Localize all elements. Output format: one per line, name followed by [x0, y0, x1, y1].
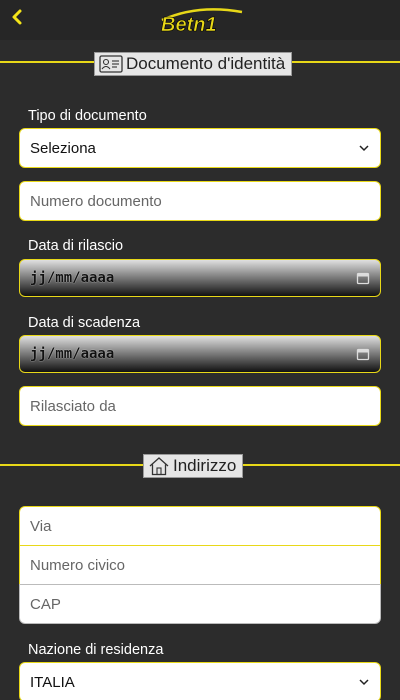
- issue-date-label: Data di rilascio: [28, 238, 124, 254]
- chevron-left-icon: [12, 9, 22, 25]
- doc-number-placeholder: Numero documento: [30, 192, 162, 210]
- id-card-icon: [99, 55, 123, 73]
- doc-type-select[interactable]: Seleziona: [19, 128, 381, 168]
- issued-by-field[interactable]: Rilasciato da: [19, 386, 381, 426]
- country-label: Nazione di residenza: [28, 642, 164, 658]
- postcode-placeholder: CAP: [30, 595, 61, 613]
- address-section-title: Indirizzo: [143, 454, 244, 478]
- issued-by-placeholder: Rilasciato da: [30, 397, 116, 415]
- expiry-date-value: jj/mm/aaaa: [30, 346, 115, 362]
- identity-section-title-text: Documento d'identità: [126, 54, 286, 73]
- house-number-field[interactable]: Numero civico: [19, 545, 381, 585]
- country-select[interactable]: ITALIA: [19, 662, 381, 700]
- issue-date-field[interactable]: jj/mm/aaaa: [19, 259, 381, 297]
- country-value: ITALIA: [30, 673, 75, 691]
- chevron-down-icon: [359, 679, 369, 686]
- identity-section-title: Documento d'identità: [94, 52, 293, 76]
- street-field[interactable]: Via: [19, 506, 381, 546]
- brand-logo: Betn1: [161, 8, 243, 34]
- doc-type-label: Tipo di documento: [28, 108, 147, 124]
- street-placeholder: Via: [30, 517, 52, 535]
- top-bar: Betn1: [0, 0, 400, 40]
- house-number-placeholder: Numero civico: [30, 556, 126, 574]
- doc-number-field[interactable]: Numero documento: [19, 181, 381, 221]
- expiry-date-field[interactable]: jj/mm/aaaa: [19, 335, 381, 373]
- issue-date-value: jj/mm/aaaa: [30, 270, 115, 286]
- back-button[interactable]: [10, 6, 32, 32]
- expiry-date-label: Data di scadenza: [28, 315, 141, 331]
- calendar-icon: [356, 348, 370, 361]
- postcode-field[interactable]: CAP: [19, 584, 381, 624]
- calendar-icon: [356, 272, 370, 285]
- house-icon: [149, 457, 169, 476]
- chevron-down-icon: [359, 145, 369, 152]
- doc-type-value: Seleziona: [30, 139, 96, 157]
- svg-text:Betn1: Betn1: [161, 14, 217, 34]
- address-section-title-text: Indirizzo: [173, 456, 237, 475]
